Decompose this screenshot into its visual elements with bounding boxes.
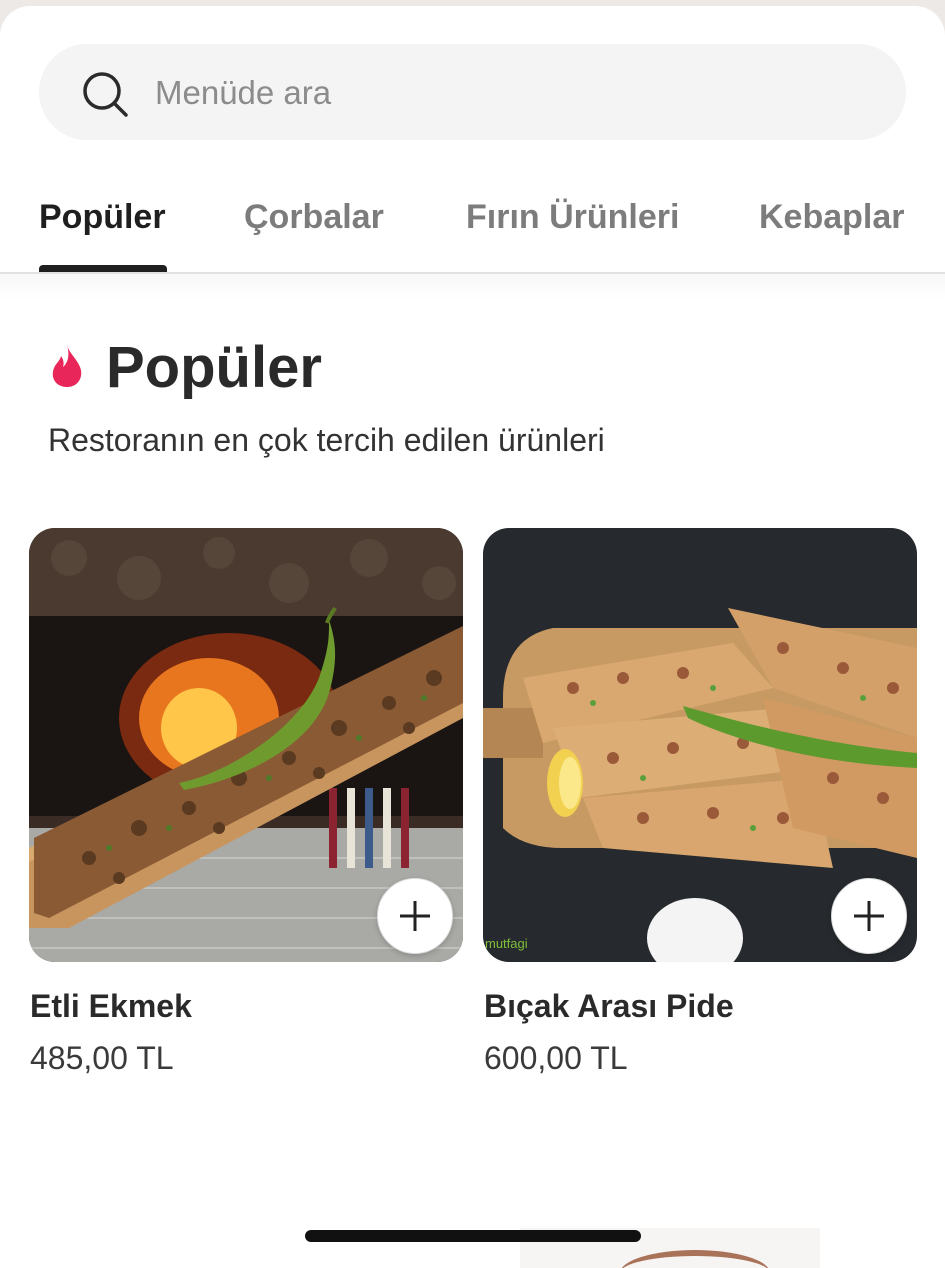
product-price: 600,00 TL [484, 1040, 628, 1076]
category-tabs: Popüler Çorbalar Fırın Ürünleri Kebaplar [0, 176, 945, 274]
product-name: Bıçak Arası Pide [484, 988, 734, 1024]
search-icon [83, 72, 128, 117]
add-to-cart-button[interactable] [377, 878, 453, 954]
tab-firin-urunleri[interactable]: Fırın Ürünleri [466, 198, 679, 237]
section-title: Popüler [106, 335, 322, 400]
search-bar[interactable] [39, 44, 906, 140]
add-to-cart-button[interactable] [831, 878, 907, 954]
menu-sheet: Popüler Çorbalar Fırın Ürünleri Kebaplar… [0, 6, 945, 1268]
product-price: 485,00 TL [30, 1040, 174, 1076]
section-shadow [0, 274, 945, 300]
fire-icon [52, 345, 82, 387]
search-input[interactable] [153, 64, 857, 122]
plus-icon [400, 901, 430, 931]
product-card[interactable]: Etli Ekmek 485,00 TL [29, 528, 463, 1076]
bowl-image [620, 1250, 770, 1268]
product-card[interactable]: mutfagi Bıçak Arası Pide 600,00 TL [483, 528, 917, 1076]
tab-corbalar[interactable]: Çorbalar [244, 198, 384, 237]
tab-kebaplar[interactable]: Kebaplar [759, 198, 905, 237]
section-subtitle: Restoranın en çok tercih edilen ürünleri [48, 422, 605, 458]
plus-icon [854, 901, 884, 931]
product-image-bicak-arasi-pide[interactable]: mutfagi [483, 528, 917, 962]
product-image-etli-ekmek[interactable] [29, 528, 463, 962]
home-indicator[interactable] [305, 1230, 641, 1242]
product-name: Etli Ekmek [30, 988, 192, 1024]
image-watermark: mutfagi [485, 936, 528, 951]
active-tab-indicator [39, 265, 167, 272]
tab-populer[interactable]: Popüler [39, 198, 166, 237]
